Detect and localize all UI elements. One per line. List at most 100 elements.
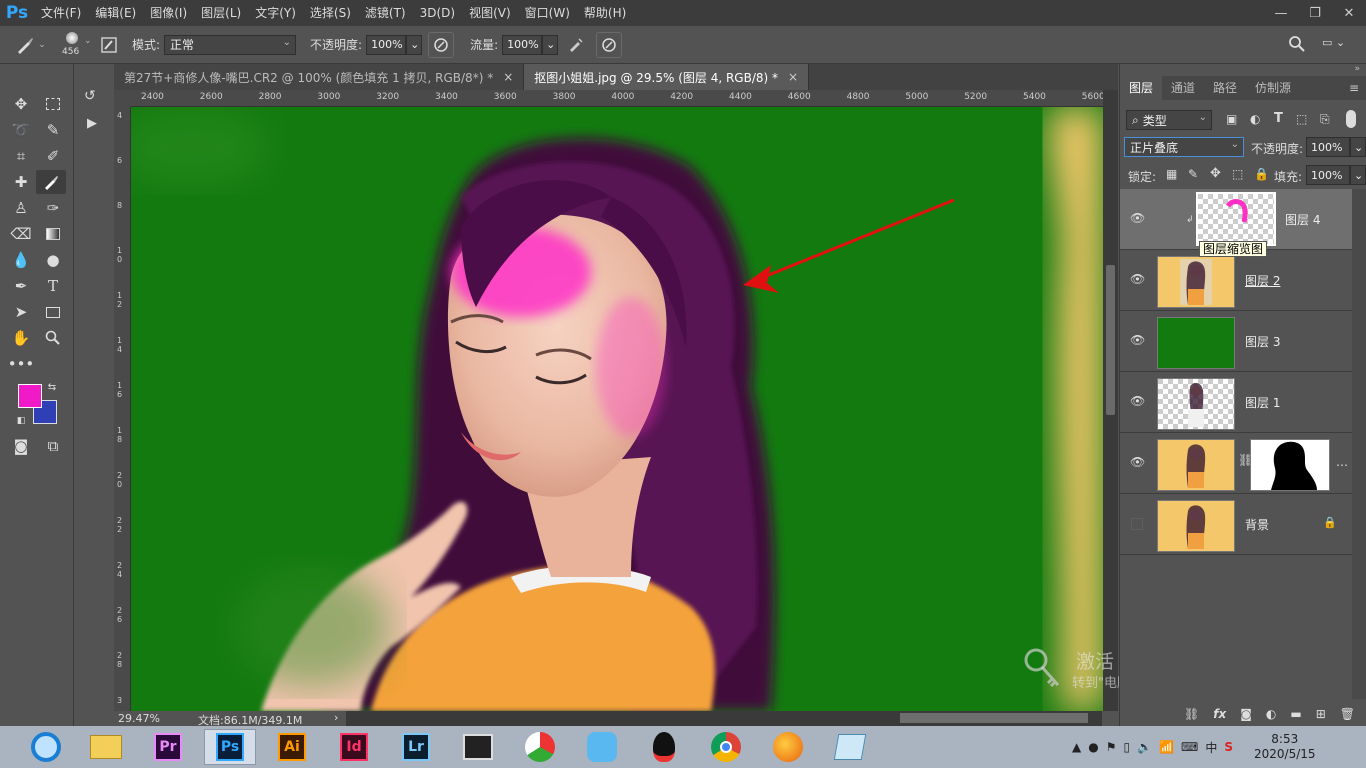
lock-all-icon[interactable]: 🔒: [1254, 167, 1269, 181]
panel-collapse-icon[interactable]: »: [1354, 64, 1360, 74]
qq-icon[interactable]: [638, 729, 690, 765]
menu-image[interactable]: 图像(I): [143, 0, 194, 26]
foreground-color-swatch[interactable]: [18, 384, 42, 408]
tray-sogou-icon[interactable]: S: [1224, 740, 1233, 754]
panel-menu-icon[interactable]: ≡: [1349, 76, 1366, 100]
eye-icon[interactable]: 👁: [1130, 272, 1146, 286]
layer-thumbnail[interactable]: [1157, 439, 1235, 491]
quick-mask-icon[interactable]: ◙: [6, 434, 36, 458]
layer-row-3[interactable]: 👁 图层 3: [1120, 311, 1352, 372]
lock-transparent-icon[interactable]: ▦: [1166, 167, 1177, 181]
hand-tool-icon[interactable]: ✋: [6, 326, 36, 350]
adjustment-layer-icon[interactable]: ◐: [1266, 707, 1276, 721]
healing-brush-icon[interactable]: ✚: [6, 170, 36, 194]
link-layers-icon[interactable]: ⛓: [1184, 707, 1199, 721]
browser-icon[interactable]: [514, 729, 566, 765]
zoom-tool-icon[interactable]: [38, 326, 68, 350]
pressure-opacity-icon[interactable]: [428, 31, 455, 58]
vertical-scrollbar[interactable]: [1103, 90, 1118, 711]
close-icon[interactable]: ✕: [1332, 0, 1366, 26]
layer-row-background[interactable]: 背景 🔒: [1120, 494, 1352, 555]
layer-thumbnail[interactable]: [1157, 317, 1235, 369]
dodge-tool-icon[interactable]: ●: [38, 248, 68, 272]
eye-icon[interactable]: 👁: [1130, 211, 1146, 225]
type-tool-icon[interactable]: T: [38, 274, 68, 298]
menu-type[interactable]: 文字(Y): [248, 0, 303, 26]
tray-ime[interactable]: 中: [1205, 739, 1217, 756]
tray-expand-icon[interactable]: ▲: [1072, 740, 1081, 754]
pen-tool-icon[interactable]: ✒: [6, 274, 36, 298]
photoshop-icon[interactable]: Ps: [204, 729, 256, 765]
brush-tool-active-icon[interactable]: [36, 170, 66, 194]
lightroom-icon[interactable]: Lr: [390, 729, 442, 765]
layer-row-1[interactable]: 👁 图层 1: [1120, 372, 1352, 433]
tray-keyboard-icon[interactable]: ⌨: [1181, 740, 1198, 754]
opacity-input[interactable]: 100%: [366, 34, 407, 55]
menu-window[interactable]: 窗口(W): [518, 0, 577, 26]
restore-icon[interactable]: ❐: [1298, 0, 1332, 26]
trash-icon[interactable]: 🗑: [1340, 707, 1355, 721]
eye-icon[interactable]: 👁: [1130, 455, 1146, 469]
visibility-off-box[interactable]: [1131, 518, 1143, 530]
search-icon[interactable]: [1288, 35, 1308, 55]
vertical-ruler[interactable]: 4 6 8 1 0 1 2 1 4 1 6 1 8 2 0 2 2 2 4 2 6 2 8 3: [114, 107, 131, 711]
airbrush-icon[interactable]: [562, 32, 590, 58]
layer-name[interactable]: 背景: [1245, 516, 1269, 533]
vertical-scroll-thumb[interactable]: [1106, 265, 1115, 415]
indesign-icon[interactable]: Id: [328, 729, 380, 765]
lasso-tool-icon[interactable]: ➰: [6, 118, 36, 142]
firefox-icon[interactable]: [762, 729, 814, 765]
horizontal-scrollbar[interactable]: [346, 711, 1102, 726]
tray-volume-icon[interactable]: 🔈: [1137, 740, 1152, 754]
filter-toggle-icon[interactable]: [1346, 110, 1356, 128]
layer-row-4[interactable]: 👁 ↲ 图层 4 图层缩览图: [1120, 189, 1352, 257]
marquee-tool-icon[interactable]: [38, 92, 68, 116]
workspace-icon[interactable]: ▭ ⌄: [1322, 36, 1352, 54]
lock-artboard-icon[interactable]: ⬚: [1232, 167, 1243, 181]
flow-input[interactable]: 100%: [502, 34, 543, 55]
blend-mode-select[interactable]: 正片叠底 ⌄: [1124, 137, 1244, 157]
clone-stamp-icon[interactable]: ♙: [6, 196, 36, 220]
tray-network-icon[interactable]: 📶: [1159, 740, 1174, 754]
fill-input[interactable]: 100%: [1306, 165, 1350, 185]
flow-dropdown[interactable]: ⌄: [542, 34, 559, 55]
fx-icon[interactable]: fx: [1213, 707, 1226, 721]
minimize-icon[interactable]: —: [1264, 0, 1298, 26]
pressure-size-icon[interactable]: [596, 31, 623, 58]
notes-icon[interactable]: [824, 729, 876, 765]
tab-clone-source[interactable]: 仿制源: [1246, 76, 1300, 100]
brush-preset-picker[interactable]: 456 ⌄: [56, 28, 96, 62]
eyedropper-tool-icon[interactable]: ✐: [38, 144, 68, 168]
layer-mask-thumbnail[interactable]: [1250, 439, 1330, 491]
lock-image-icon[interactable]: ✎: [1188, 167, 1198, 181]
tray-qq-icon[interactable]: ●: [1088, 740, 1098, 754]
clock[interactable]: 8:53 2020/5/15: [1254, 732, 1316, 762]
gradient-tool-icon[interactable]: [38, 222, 68, 246]
layer-name[interactable]: 图层 4: [1285, 211, 1320, 228]
layer-name[interactable]: 图层 1: [1245, 394, 1280, 411]
layer-thumbnail[interactable]: [1157, 256, 1235, 308]
history-icon[interactable]: ↺: [84, 88, 96, 104]
layers-scrollbar[interactable]: [1352, 189, 1366, 699]
menu-layer[interactable]: 图层(L): [194, 0, 248, 26]
explorer-icon[interactable]: [80, 729, 132, 765]
layer-row-2[interactable]: 👁 图层 2: [1120, 250, 1352, 311]
chrome-icon[interactable]: [700, 729, 752, 765]
video-icon[interactable]: [452, 729, 504, 765]
menu-help[interactable]: 帮助(H): [577, 0, 633, 26]
more-tools-icon[interactable]: •••: [6, 352, 36, 376]
screen-mode-icon[interactable]: ⧉: [38, 434, 68, 458]
path-select-icon[interactable]: ➤: [6, 300, 36, 324]
tab-paths[interactable]: 路径: [1204, 76, 1246, 100]
layer-name[interactable]: 图层 3: [1245, 333, 1280, 350]
layer-thumbnail[interactable]: [1196, 192, 1276, 246]
premiere-icon[interactable]: Pr: [142, 729, 194, 765]
quick-select-tool-icon[interactable]: ✎: [38, 118, 68, 142]
status-arrow-icon[interactable]: ›: [334, 711, 338, 724]
tray-flag-icon[interactable]: ⚑: [1106, 740, 1117, 754]
filter-pixel-icon[interactable]: ▣: [1226, 112, 1237, 126]
ie-icon[interactable]: [20, 729, 72, 765]
eye-icon[interactable]: 👁: [1130, 394, 1146, 408]
fill-dropdown[interactable]: ⌄: [1350, 165, 1366, 185]
new-layer-icon[interactable]: ⊞: [1316, 707, 1326, 721]
